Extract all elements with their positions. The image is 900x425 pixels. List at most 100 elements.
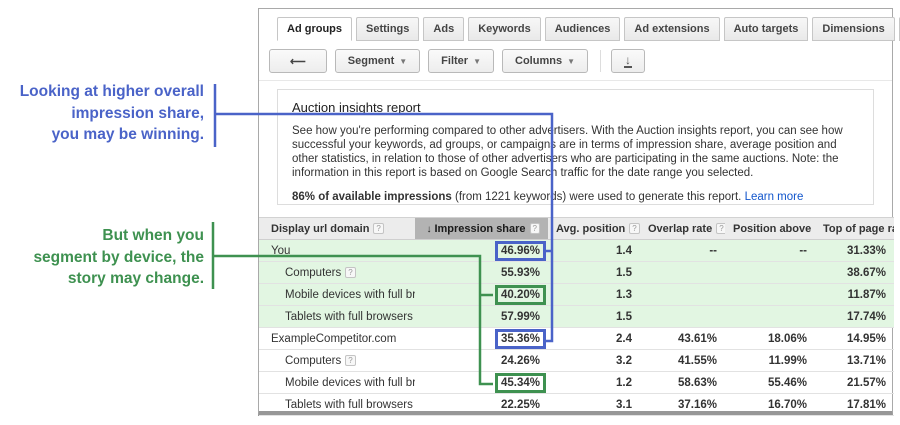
value-cell: 13.71% [815,349,894,372]
value-cell: 24.26% [415,349,548,372]
green-highlight-box: 40.20% [494,284,546,305]
tab-dimensions[interactable]: Dimensions [812,17,895,41]
summary-bold: 86% of available impressions [292,191,452,203]
toolbar-rule [259,80,892,81]
annotation-impression-share: Looking at higher overall impression sha… [8,81,204,146]
report-description: See how you're performing compared to ot… [292,125,843,179]
domain-label: Mobile devices with full browsers [285,288,415,301]
tab-bar: Ad groups Settings Ads Keywords Audiences Ad … [259,9,900,41]
column-header-avg-position[interactable]: Avg. position? [548,217,640,240]
domain-label: Tablets with full browsers [285,398,413,411]
column-label: Position above rate [733,222,815,235]
value-cell: 17.74% [815,305,894,328]
help-icon[interactable]: ? [345,266,356,278]
value-cell: 21.57% [815,371,894,394]
value-cell: 1.5 [548,305,640,328]
page: Looking at higher overall impression sha… [0,0,900,425]
adwords-panel: Ad groups Settings Ads Keywords Audiences Ad … [258,8,900,416]
column-header-position-above-rate[interactable]: Position above rate? [725,217,815,240]
table-row-computers: Computers? 24.26% 3.2 41.55% 11.99% 13.71% [259,349,894,372]
download-button[interactable]: ↓ [610,49,645,73]
value-cell [640,305,725,328]
tab-settings[interactable]: Settings [356,17,420,41]
value-cell: 43.61% [640,327,725,350]
back-button[interactable]: ⟵ [269,49,327,73]
column-label: Avg. position [556,222,626,235]
columns-button-label: Columns [515,55,563,67]
domain-cell: ExampleCompetitor.com [259,327,415,350]
value-cell: 18.06% [725,327,815,350]
report-title: Auction insights report [292,100,421,115]
column-header-display-url-domain[interactable]: Display url domain? [259,217,415,240]
value-cell: 57.99% [415,305,548,328]
help-icon[interactable]: ? [373,222,384,234]
value-cell: 3.2 [548,349,640,372]
value-cell: 35.36% [415,327,548,350]
value-cell: 2.4 [548,327,640,350]
value-cell: 1.4 [548,239,640,262]
filter-button[interactable]: Filter ▼ [428,49,494,73]
segment-button[interactable]: Segment ▼ [334,49,421,73]
value-cell: 31.33% [815,239,894,262]
tab-ad-extensions[interactable]: Ad extensions [624,17,720,41]
table-row-tablets-with-full-browsers: Tablets with full browsers?22.25%3.137.1… [259,393,894,416]
annotation-line: Looking at higher overall [19,83,204,100]
tab-ad-groups[interactable]: Ad groups [277,17,352,41]
column-label: Display url domain [271,222,370,235]
value-cell: 55.93% [415,261,548,284]
summary-rest: (from 1221 keywords) were used to genera… [451,191,745,203]
help-icon[interactable]: ? [345,354,356,366]
download-icon: ↓ [623,52,632,68]
column-label: Overlap rate [648,222,713,235]
column-label: Impression share [434,222,526,235]
domain-cell: Tablets with full browsers? [259,305,415,328]
annotation-segment-device: But when you segment by device, the stor… [8,225,204,290]
annotation-line: segment by device, the [33,248,204,266]
domain-label: ExampleCompetitor.com [271,332,397,345]
value-cell: 41.55% [640,349,725,372]
column-header-overlap-rate[interactable]: Overlap rate? [640,217,725,240]
column-header-top-of-page-rate[interactable]: Top of page rate? [815,217,894,240]
value-cell [725,305,815,328]
tab-ads[interactable]: Ads [423,17,465,41]
value-cell: 11.87% [815,283,894,306]
table-row-tablets-with-full-browsers: Tablets with full browsers?57.99%1.5 17.7… [259,305,894,328]
value-cell [725,283,815,306]
annotation-line: But when you [102,227,204,244]
value-cell [725,261,815,284]
annotation-line: impression share, [71,104,204,122]
learn-more-link[interactable]: Learn more [745,191,804,203]
help-icon[interactable]: ? [716,222,725,234]
value-cell [640,283,725,306]
domain-label: Computers [285,354,342,367]
auction-insights-table: Display url domain? ↓ Impression share? Avg… [259,217,894,416]
columns-button[interactable]: Columns ▼ [502,49,588,73]
table-row-mobile-devices-with-full-browsers: Mobile devices with full browsers? 40.20%… [259,283,894,306]
value-cell: 1.3 [548,283,640,306]
value-cell: -- [725,239,815,262]
value-cell: 22.25% [415,393,548,416]
table-header-row: Display url domain? ↓ Impression share? Avg… [259,217,894,240]
domain-cell: Mobile devices with full browsers? [259,283,415,306]
blue-highlight-box: 46.96% [494,240,546,261]
domain-cell: You [259,239,415,262]
toolbar-divider [599,50,601,72]
domain-cell: Computers? [259,261,415,284]
value-cell [640,261,725,284]
value-cell: 1.5 [548,261,640,284]
column-header-impression-share[interactable]: ↓ Impression share? [415,217,548,240]
value-cell: 37.16% [640,393,725,416]
table-row-computers: Computers? 55.93% 1.5 38.67% [259,261,894,284]
value-cell: 38.67% [815,261,894,284]
help-icon[interactable]: ? [529,222,540,234]
value-cell: 1.2 [548,371,640,394]
green-highlight-box: 45.34% [494,372,546,393]
value-cell: 14.95% [815,327,894,350]
auction-insights-description: Auction insights report See how you're p… [277,89,874,205]
tab-audiences[interactable]: Audiences [544,17,621,41]
help-icon[interactable]: ? [629,222,640,234]
tab-auto-targets[interactable]: Auto targets [723,17,809,41]
chevron-down-icon: ▼ [399,56,408,66]
column-label: Top of page rate [823,222,894,235]
tab-keywords[interactable]: Keywords [468,17,541,41]
